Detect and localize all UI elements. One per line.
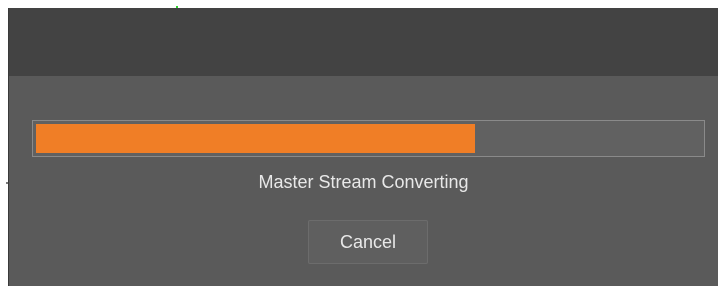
progress-bar xyxy=(32,120,705,157)
status-label: Master Stream Converting xyxy=(258,172,469,192)
converting-dialog: Master Stream Converting Cancel xyxy=(8,8,718,286)
progress-bar-fill xyxy=(36,124,475,153)
dialog-titlebar xyxy=(9,8,718,76)
cancel-button[interactable]: Cancel xyxy=(308,220,428,264)
